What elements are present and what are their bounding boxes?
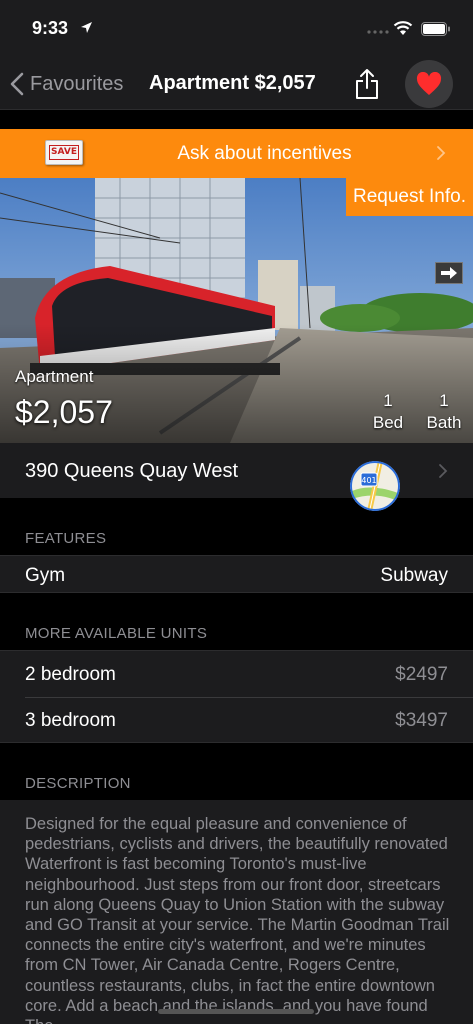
arrow-right-icon [441, 267, 457, 279]
unit-label: 3 bedroom [25, 710, 116, 731]
unit-label: 2 bedroom [25, 664, 116, 685]
address-text: 390 Queens Quay West [25, 460, 239, 482]
maps-app-icon[interactable]: 401 [350, 461, 400, 511]
favourite-button[interactable] [405, 60, 453, 108]
back-button[interactable]: Favourites [10, 70, 123, 98]
address-row[interactable]: 390 Queens Quay West 401 [0, 443, 473, 511]
share-icon[interactable] [354, 68, 380, 100]
chevron-left-icon [10, 72, 24, 96]
status-time: 9:33 [32, 18, 69, 38]
units-header: MORE AVAILABLE UNITS [25, 625, 208, 642]
beds-info: 1 Bed [371, 390, 405, 434]
description-header: DESCRIPTION [25, 775, 131, 792]
property-price: $2,057 [15, 394, 113, 430]
beds-count: 1 [383, 391, 393, 410]
property-photo[interactable]: Request Info. Apartment $2,057 1 Bed 1 B… [0, 178, 473, 443]
description-text: Designed for the equal pleasure and conv… [25, 815, 450, 1024]
description-panel: Designed for the equal pleasure and conv… [0, 800, 473, 1024]
features-row: Gym Subway [0, 555, 473, 593]
chevron-right-icon [437, 146, 446, 160]
beds-label: Bed [372, 413, 404, 432]
maps-badge-label: 401 [361, 476, 376, 485]
feature-subway: Subway [380, 565, 448, 586]
features-header: FEATURES [25, 530, 107, 547]
heart-icon [416, 72, 442, 95]
spacer [0, 110, 473, 129]
unit-price: $2497 [395, 664, 448, 685]
location-arrow-icon [81, 22, 92, 33]
battery-icon [421, 22, 450, 36]
property-type: Apartment [15, 367, 94, 386]
unit-row[interactable]: 3 bedroom $3497 [0, 698, 473, 744]
baths-info: 1 Bath [422, 390, 466, 434]
baths-count: 1 [439, 391, 449, 410]
navigation-bar: Favourites Apartment $2,057 [0, 58, 473, 110]
back-button-label: Favourites [30, 72, 124, 95]
request-info-button[interactable]: Request Info. [346, 178, 473, 216]
unit-row[interactable]: 2 bedroom $2497 [0, 651, 473, 697]
units-list: 2 bedroom $2497 3 bedroom $3497 [0, 650, 473, 743]
cellular-signal-icon [367, 30, 389, 34]
home-indicator[interactable] [158, 1009, 314, 1014]
page-title: Apartment $2,057 [149, 72, 316, 94]
feature-gym: Gym [25, 565, 66, 586]
wifi-icon [393, 21, 413, 35]
unit-price: $3497 [395, 710, 448, 731]
status-bar: 9:33 [0, 0, 473, 58]
incentives-label: Ask about incentives [177, 143, 352, 164]
next-photo-button[interactable] [435, 262, 463, 284]
baths-label: Bath [426, 413, 462, 432]
chevron-right-icon [439, 464, 448, 478]
incentives-banner[interactable]: SAVE Ask about incentives [0, 129, 473, 178]
